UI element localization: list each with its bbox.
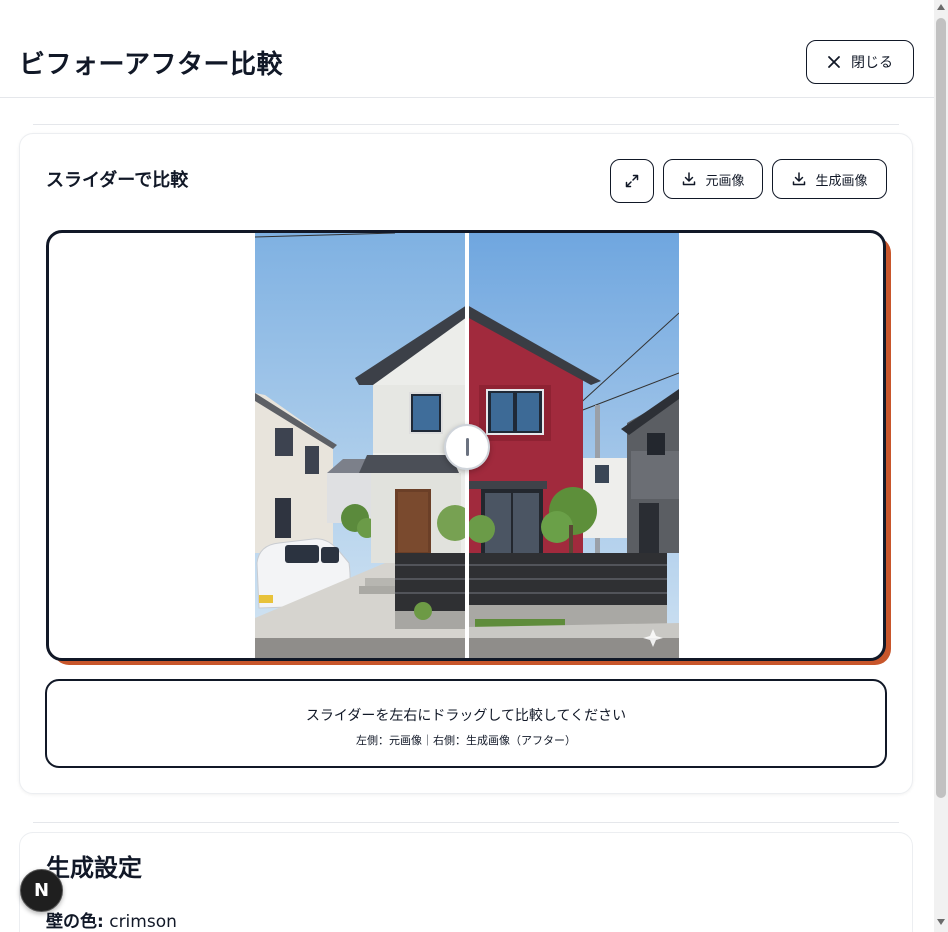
slider-grip-icon: [465, 438, 469, 456]
download-generated-label: 生成画像: [815, 172, 868, 188]
fullscreen-button[interactable]: [610, 159, 654, 203]
instructions-subtext: 左側：元画像｜右側：生成画像（アフター）: [356, 734, 576, 747]
download-icon: [683, 172, 696, 186]
download-original-label: 元画像: [705, 172, 745, 188]
download-icon: [793, 172, 806, 186]
card-title: スライダーで比較: [46, 170, 189, 191]
wall-color-row: 壁の色: crimson: [46, 907, 177, 932]
instructions-box: スライダーを左右にドラッグして比較してください 左側：元画像｜右側：生成画像（ア…: [45, 679, 887, 768]
download-original-button[interactable]: 元画像: [663, 159, 763, 199]
avatar[interactable]: N: [20, 869, 63, 912]
expand-icon: [625, 174, 639, 188]
instructions-text: スライダーを左右にドラッグして比較してください: [305, 708, 627, 724]
scrollbar[interactable]: [934, 0, 948, 932]
download-generated-button[interactable]: 生成画像: [772, 159, 887, 199]
close-icon: [828, 56, 840, 68]
close-button-label: 閉じる: [851, 54, 893, 70]
close-button[interactable]: 閉じる: [806, 40, 914, 84]
wall-color-value: crimson: [109, 912, 177, 932]
page-title: ビフォーアフター比較: [19, 50, 283, 80]
scroll-down-arrow-icon[interactable]: [937, 919, 945, 925]
wall-color-label: 壁の色:: [46, 912, 104, 932]
modal-header: ビフォーアフター比較 閉じる: [0, 0, 934, 98]
scroll-up-arrow-icon[interactable]: [937, 4, 945, 10]
comparison-slider[interactable]: [46, 230, 886, 661]
divider: [33, 822, 899, 823]
divider: [33, 124, 899, 125]
scrollbar-thumb[interactable]: [936, 18, 946, 798]
slider-handle[interactable]: [444, 424, 490, 470]
settings-title: 生成設定: [46, 854, 142, 882]
